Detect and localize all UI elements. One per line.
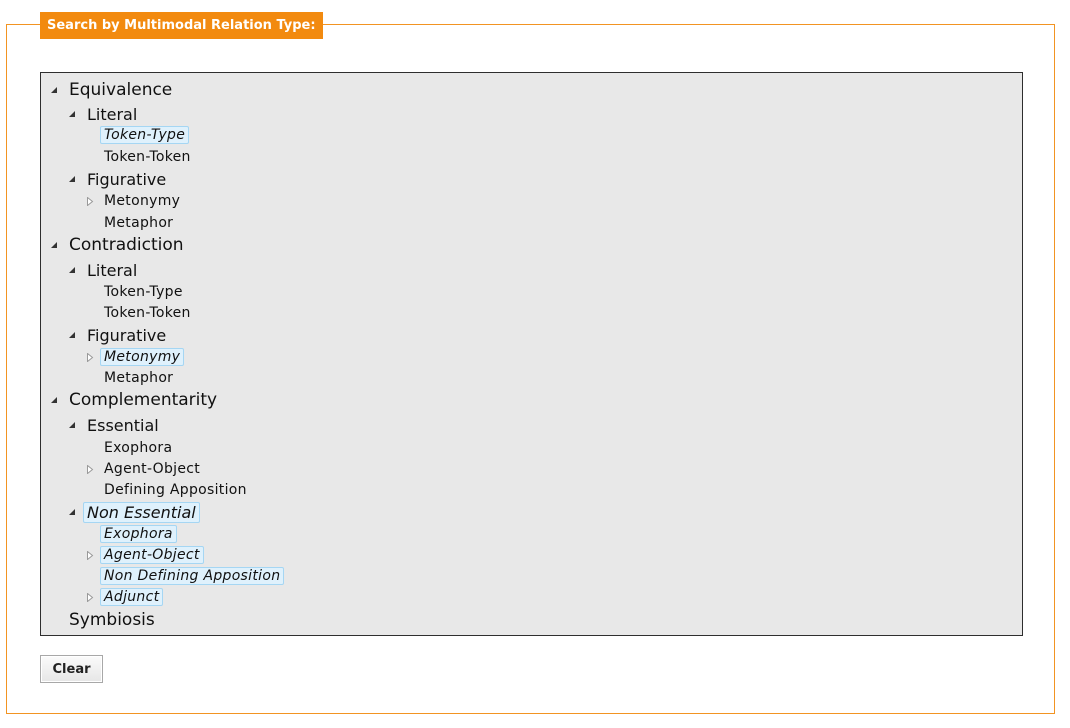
tree-node-label[interactable]: Complementarity <box>65 389 221 411</box>
expand-triangle-icon[interactable] <box>85 592 95 602</box>
expand-triangle-icon[interactable] <box>85 464 95 474</box>
tree-node-label[interactable]: Equivalence <box>65 79 176 101</box>
expand-triangle-icon[interactable] <box>85 352 95 362</box>
collapse-triangle-icon[interactable] <box>49 395 59 405</box>
clear-button[interactable]: Clear <box>40 655 103 683</box>
tree-node-label[interactable]: Figurative <box>83 325 170 346</box>
collapse-triangle-icon[interactable] <box>67 109 77 119</box>
tree-node-label[interactable]: Literal <box>83 104 141 125</box>
expand-triangle-icon[interactable] <box>85 196 95 206</box>
expand-triangle-icon[interactable] <box>85 550 95 560</box>
collapse-triangle-icon[interactable] <box>67 174 77 184</box>
tree-node-label[interactable]: Exophora <box>100 439 176 457</box>
collapse-triangle-icon[interactable] <box>67 507 77 517</box>
relation-type-tree: Equivalence Literal Token-Type Token-Token F… <box>40 72 1023 636</box>
tree-node-label[interactable]: Metaphor <box>100 369 177 387</box>
tree-node-label[interactable]: Token-Type <box>100 283 187 301</box>
fieldset-legend: Search by Multimodal Relation Type: <box>40 12 323 39</box>
tree-node-label[interactable]: Agent-Object <box>100 460 204 478</box>
tree-node-label[interactable]: Defining Apposition <box>100 481 251 499</box>
tree-node-label[interactable]: Metaphor <box>100 214 177 232</box>
collapse-triangle-icon[interactable] <box>49 240 59 250</box>
tree-node-label[interactable]: Adjunct <box>100 588 164 606</box>
collapse-triangle-icon[interactable] <box>67 265 77 275</box>
collapse-triangle-icon[interactable] <box>49 85 59 95</box>
tree-node-label[interactable]: Metonymy <box>100 192 184 210</box>
tree-node-label[interactable]: Contradiction <box>65 234 188 256</box>
tree-node-label[interactable]: Non Defining Apposition <box>100 567 285 585</box>
collapse-triangle-icon[interactable] <box>67 330 77 340</box>
collapse-triangle-icon[interactable] <box>67 420 77 430</box>
tree-node-label[interactable]: Token-Type <box>100 126 190 144</box>
tree-node-label[interactable]: Exophora <box>100 525 177 543</box>
tree-node-label[interactable]: Literal <box>83 260 141 281</box>
tree-node-label[interactable]: Figurative <box>83 169 170 190</box>
tree-node-label[interactable]: Metonymy <box>100 348 185 366</box>
tree-node-label[interactable]: Token-Token <box>100 148 195 166</box>
tree-node-label[interactable]: Token-Token <box>100 304 195 322</box>
tree-node-label[interactable]: Agent-Object <box>100 546 204 564</box>
tree-node-label[interactable]: Symbiosis <box>65 609 159 631</box>
tree-node-label[interactable]: Essential <box>83 415 163 436</box>
tree-node-label[interactable]: Non Essential <box>83 501 200 523</box>
